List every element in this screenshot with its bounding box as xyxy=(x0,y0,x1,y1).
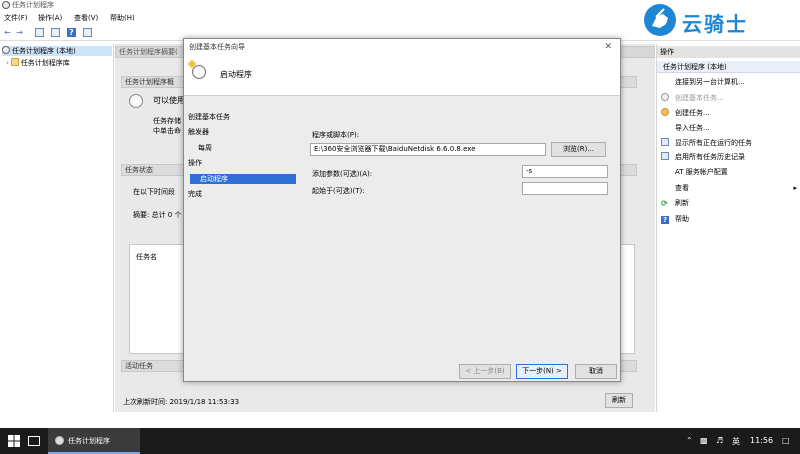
chevron-up-icon[interactable]: ⌃ xyxy=(686,436,693,445)
history-icon xyxy=(661,152,669,160)
actions-subheader[interactable]: 任务计划程序 (本地) xyxy=(657,61,800,73)
help-icon[interactable]: ? xyxy=(67,28,76,37)
refresh-button[interactable]: 刷新 xyxy=(605,393,633,408)
knight-logo-icon xyxy=(644,4,676,36)
task-scheduler-icon xyxy=(55,436,64,445)
menu-view[interactable]: 查看(V) xyxy=(74,13,98,23)
folder-icon xyxy=(10,58,19,66)
action-import-task[interactable]: 导入任务... xyxy=(675,123,710,134)
running-tasks-icon xyxy=(661,138,669,146)
action-enable-history[interactable]: 启用所有任务历史记录 xyxy=(661,152,745,163)
taskbar-app-task-scheduler[interactable]: 任务计划程序 xyxy=(48,428,140,454)
task-view-icon[interactable] xyxy=(28,436,40,446)
dialog-header: 启动程序 xyxy=(184,56,620,96)
console-tree: 任务计划程序 (本地) › 任务计划程序库 xyxy=(0,44,114,412)
wizard-clock-icon xyxy=(192,65,206,79)
input-method[interactable]: 英 xyxy=(732,436,740,447)
clock-icon xyxy=(661,93,669,101)
cancel-button[interactable]: 取消 xyxy=(575,364,617,379)
start-in-label: 起始于(可选)(T): xyxy=(312,187,365,195)
clock-icon xyxy=(129,94,143,108)
window-title: 任务计划程序 xyxy=(12,1,54,9)
task-scheduler-icon xyxy=(2,1,10,9)
menu-help[interactable]: 帮助(H) xyxy=(110,13,135,23)
show-action-pane-icon[interactable] xyxy=(83,28,92,37)
action-at-service[interactable]: AT 服务帐户配置 xyxy=(675,167,728,178)
overview-desc-line2: 中单击命 xyxy=(153,127,181,135)
next-button[interactable]: 下一步(N) > xyxy=(516,364,568,379)
clock[interactable]: 11:56 xyxy=(750,436,773,445)
back-arrow-icon[interactable]: ← xyxy=(3,28,12,37)
clock-icon xyxy=(2,46,10,54)
properties-icon[interactable] xyxy=(51,28,60,37)
create-basic-task-dialog: 创建基本任务向导 ✕ 启动程序 创建基本任务 触发器 每周 操作 启动程序 完成… xyxy=(183,38,621,382)
program-label: 程序或脚本(P): xyxy=(312,131,360,139)
action-show-running[interactable]: 显示所有正在运行的任务 xyxy=(661,138,752,149)
dialog-header-title: 启动程序 xyxy=(220,70,252,79)
create-task-icon xyxy=(661,108,669,116)
action-view[interactable]: 查看 ▸ xyxy=(675,183,797,194)
tree-item-library[interactable]: › 任务计划程序库 xyxy=(6,58,70,68)
watermark-logo: 云骑士 xyxy=(640,2,792,38)
submenu-arrow-icon: ▸ xyxy=(793,184,797,192)
browse-button[interactable]: 浏览(R)... xyxy=(551,142,606,157)
action-create-task[interactable]: 创建任务... xyxy=(661,108,710,119)
overview-can-use: 可以使用 xyxy=(153,96,185,105)
watermark-text: 云骑士 xyxy=(682,12,748,36)
overview-desc-line1: 任务存储 xyxy=(153,117,181,125)
last-refresh-time: 上次刷新时间: 2019/1/18 11:53:33 xyxy=(123,398,240,406)
action-create-basic-task[interactable]: 创建基本任务... xyxy=(661,93,724,104)
menu-action[interactable]: 操作(A) xyxy=(38,13,62,23)
network-icon[interactable]: ▩ xyxy=(700,436,708,445)
step-start-program: 启动程序 xyxy=(190,174,296,184)
console-tree-icon[interactable] xyxy=(35,28,44,37)
back-button[interactable]: < 上一步(B) xyxy=(459,364,511,379)
menu-file[interactable]: 文件(F) xyxy=(4,13,28,23)
taskbar: 任务计划程序 ⌃ ▩ ♬ 英 11:56 □ xyxy=(0,428,800,454)
step-create-basic-task: 创建基本任务 xyxy=(188,113,230,121)
start-in-input[interactable] xyxy=(522,182,608,195)
refresh-icon: ⟳ xyxy=(661,199,668,208)
action-connect[interactable]: 连接到另一台计算机... xyxy=(675,77,745,88)
chevron-right-icon[interactable]: › xyxy=(6,59,9,67)
program-input[interactable]: E:\360安全浏览器下载\BaiduNetdisk 6.6.0.8.exe xyxy=(310,143,546,156)
status-period-label: 在以下时间段 xyxy=(133,188,175,196)
step-action: 操作 xyxy=(188,159,202,167)
volume-icon[interactable]: ♬ xyxy=(716,436,723,445)
step-finish: 完成 xyxy=(188,190,202,198)
summary-count: 摘要: 总计 0 个 xyxy=(133,211,182,219)
action-refresh[interactable]: ⟳ 刷新 xyxy=(661,198,689,209)
arguments-label: 添加参数(可选)(A): xyxy=(312,170,373,178)
step-trigger: 触发器 xyxy=(188,128,209,136)
tree-item-root[interactable]: 任务计划程序 (本地) xyxy=(2,46,112,56)
close-icon[interactable]: ✕ xyxy=(604,42,612,52)
action-help[interactable]: ? 帮助 xyxy=(661,214,689,225)
dialog-title: 创建基本任务向导 xyxy=(184,39,620,56)
actions-header: 操作 xyxy=(657,46,800,58)
actions-pane: 操作 任务计划程序 (本地) 连接到另一台计算机... 创建基本任务... 创建… xyxy=(656,44,800,412)
arguments-input[interactable]: -s xyxy=(522,165,608,178)
step-weekly: 每周 xyxy=(198,144,212,152)
help-icon: ? xyxy=(661,216,669,224)
task-name-column[interactable]: 任务名 xyxy=(136,252,157,262)
forward-arrow-icon[interactable]: → xyxy=(15,28,24,37)
windows-start-icon[interactable] xyxy=(8,435,20,447)
notification-icon[interactable]: □ xyxy=(782,436,790,445)
